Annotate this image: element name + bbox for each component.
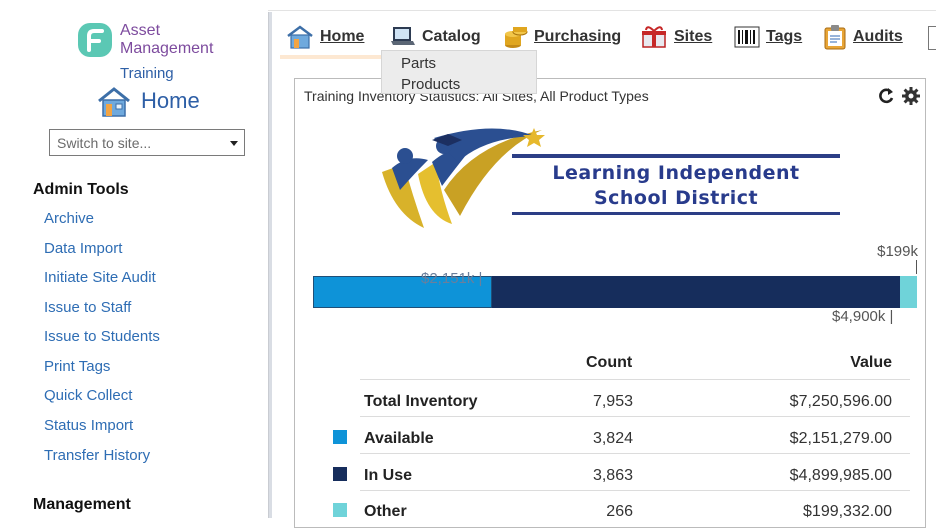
site-switcher-placeholder: Switch to site... [57, 135, 152, 151]
nav-tags-label: Tags [766, 28, 803, 45]
home-icon [287, 25, 313, 49]
coins-icon [505, 27, 528, 48]
laptop-icon [391, 27, 415, 45]
bar-label-available: $2,151k | [421, 270, 483, 287]
row-value-total-inventory: $7,250,596.00 [789, 393, 892, 410]
legend-swatch-available [333, 430, 347, 444]
page-title: Home [141, 88, 200, 113]
table-row-divider [360, 379, 910, 380]
row-value-in-use: $4,899,985.00 [789, 467, 892, 484]
nav-sites-label: Sites [674, 28, 713, 45]
row-label-in-use: In Use [364, 467, 413, 484]
bar-segment-in-use[interactable] [492, 276, 901, 308]
row-value-available: $2,151,279.00 [789, 430, 892, 447]
asset-management-logo-icon [78, 23, 112, 57]
row-value-other: $199,332.00 [803, 503, 892, 520]
row-count-total-inventory: 7,953 [592, 393, 633, 410]
nav-home-label: Home [320, 28, 365, 45]
sidebar-link-quick-collect[interactable]: Quick Collect [44, 387, 132, 404]
bar-segment-other[interactable] [900, 276, 917, 308]
row-count-in-use: 3,863 [592, 467, 633, 484]
gear-icon[interactable] [901, 86, 921, 106]
sidebar-link-print-tags[interactable]: Print Tags [44, 358, 110, 375]
bar-tick-other [916, 260, 917, 274]
sidebar-link-issue-to-students[interactable]: Issue to Students [44, 328, 160, 345]
district-name: Learning Independent School District [552, 162, 800, 209]
sidebar-link-data-import[interactable]: Data Import [44, 240, 122, 257]
nav-sites[interactable]: Sites [640, 24, 712, 50]
sidebar-link-initiate-site-audit[interactable]: Initiate Site Audit [44, 269, 156, 286]
sidebar-link-archive[interactable]: Archive [44, 210, 94, 227]
barcode-icon [734, 26, 760, 48]
row-label-available: Available [364, 430, 434, 447]
column-header-count: Count [586, 354, 633, 371]
row-count-other: 266 [606, 503, 633, 520]
column-header-value: Value [850, 354, 892, 371]
nav-purchasing[interactable]: Purchasing [504, 24, 621, 50]
sidebar [0, 10, 268, 518]
sidebar-divider [268, 12, 272, 518]
clipboard-icon [824, 25, 846, 50]
district-banner-top-line [512, 154, 840, 158]
sidebar-link-issue-to-staff[interactable]: Issue to Staff [44, 299, 131, 316]
district-banner-bottom-line [512, 212, 840, 215]
app-logo-text: Asset Management [120, 22, 214, 57]
admin-tools-heading: Admin Tools [33, 181, 129, 198]
catalog-dropdown-menu: Parts Products [381, 50, 537, 94]
legend-swatch-in-use [333, 467, 347, 481]
legend-swatch-other [333, 503, 347, 517]
sidebar-link-status-import[interactable]: Status Import [44, 417, 133, 434]
management-heading: Management [33, 496, 131, 513]
menu-item-parts[interactable]: Parts [401, 55, 436, 72]
nav-home[interactable]: Home [286, 24, 364, 50]
nav-audits-label: Audits [853, 28, 903, 45]
menu-item-products[interactable]: Products [401, 76, 460, 93]
nav-audits[interactable]: Audits [823, 24, 903, 50]
row-count-available: 3,824 [592, 430, 633, 447]
table-row-divider [360, 416, 910, 417]
caret-down-icon [230, 141, 238, 146]
nav-catalog[interactable]: Catalog [390, 24, 481, 50]
sidebar-link-transfer-history[interactable]: Transfer History [44, 447, 150, 464]
site-switcher-select[interactable]: Switch to site... [49, 129, 245, 156]
nav-overflow-button[interactable] [928, 26, 936, 50]
table-row-divider [360, 453, 910, 454]
bar-label-in-use: $4,900k | [832, 308, 894, 325]
nav-purchasing-label: Purchasing [534, 28, 622, 45]
site-name: Training [120, 65, 174, 82]
row-label-total-inventory: Total Inventory [364, 393, 478, 410]
nav-tags[interactable]: Tags [734, 24, 802, 50]
inventory-value-stacked-bar [313, 276, 917, 308]
table-row-divider [360, 490, 910, 491]
home-icon [98, 87, 130, 117]
bar-label-other: $199k [877, 243, 918, 260]
gift-box-icon [642, 26, 666, 48]
nav-active-indicator [280, 55, 384, 59]
refresh-icon[interactable] [876, 86, 896, 106]
row-label-other: Other [364, 503, 407, 520]
nav-catalog-label: Catalog [422, 28, 481, 45]
